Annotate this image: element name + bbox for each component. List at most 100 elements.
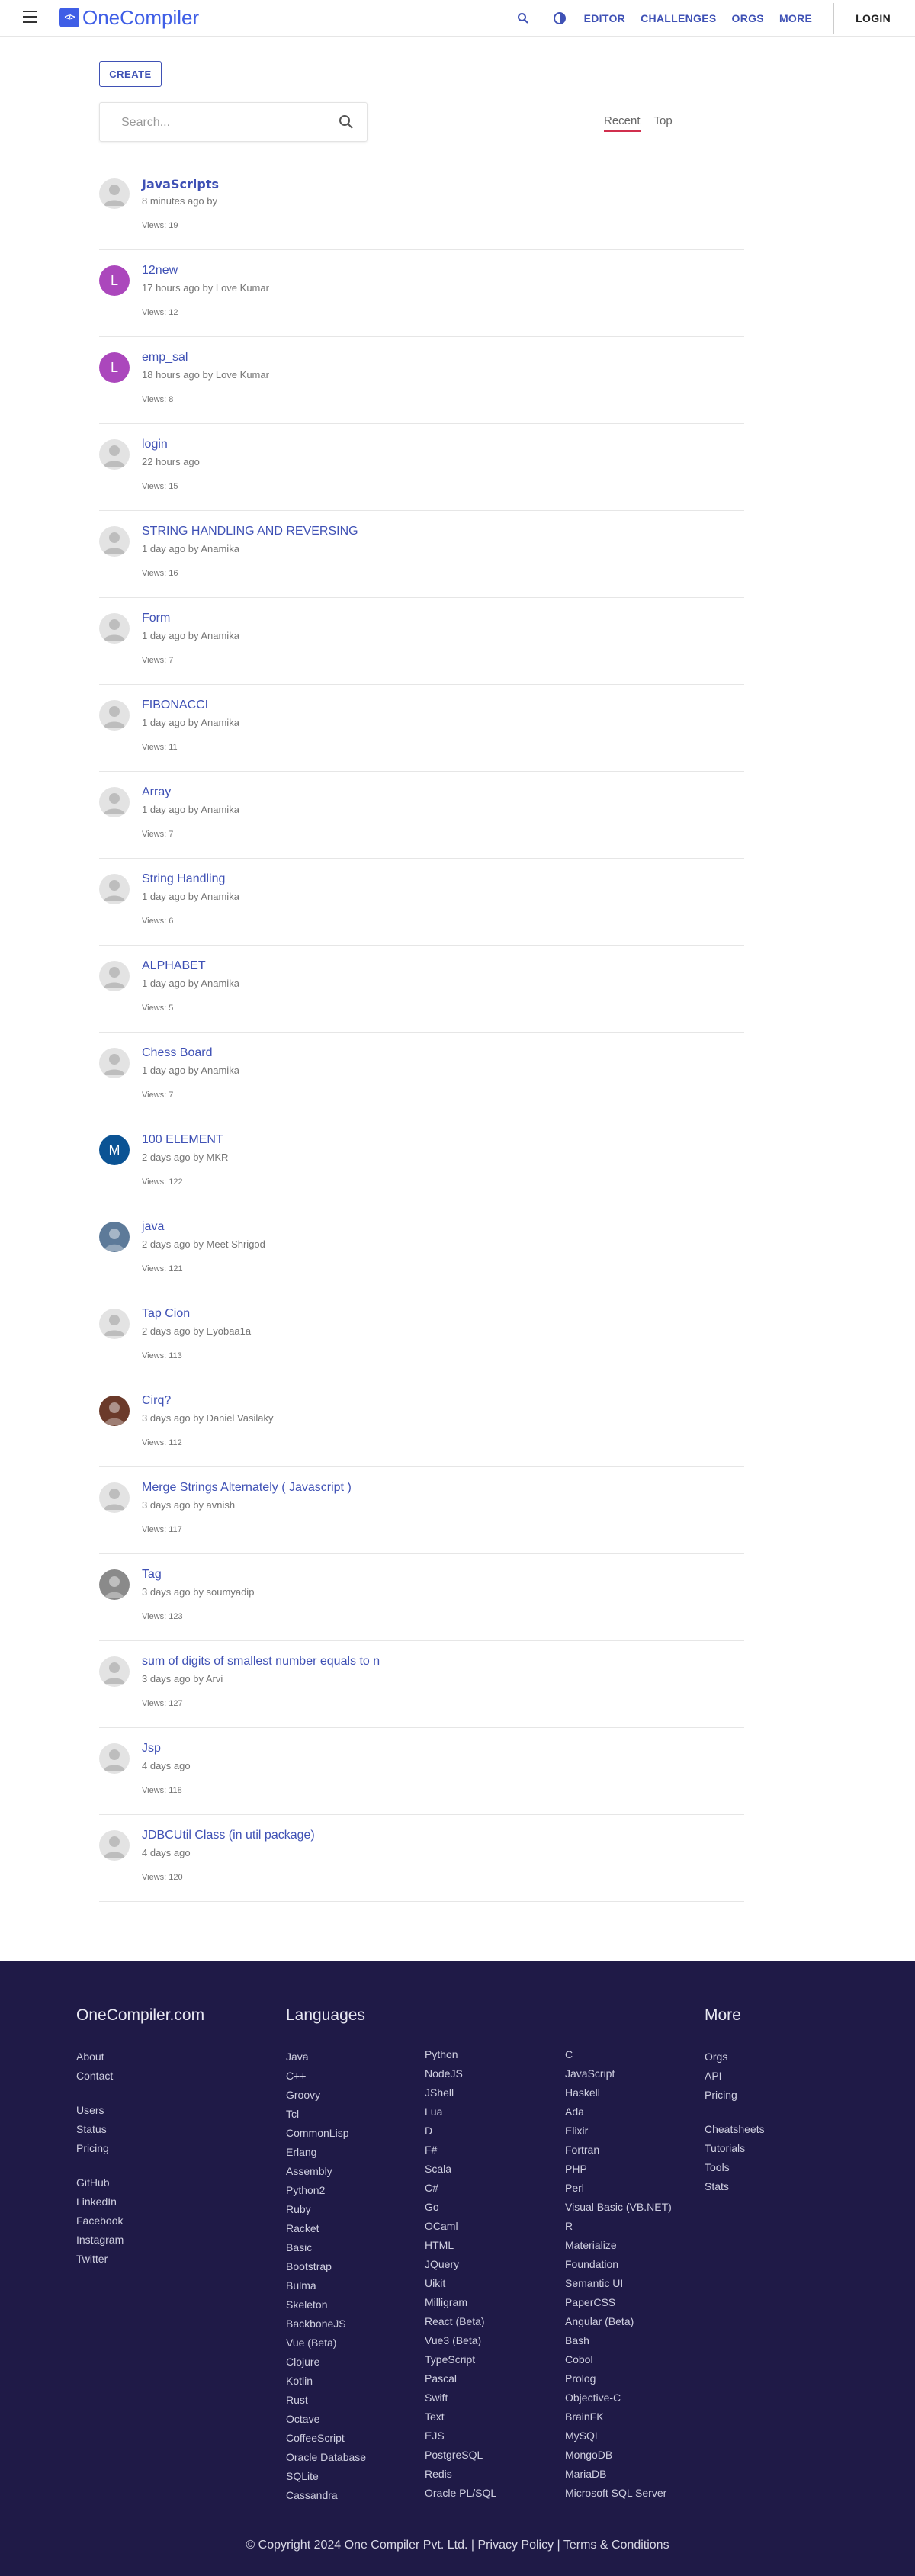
item-title[interactable]: ALPHABET [142, 959, 206, 973]
avatar[interactable] [99, 439, 130, 470]
avatar[interactable] [99, 178, 130, 209]
avatar[interactable] [99, 787, 130, 817]
theme-toggle-icon[interactable] [551, 9, 569, 27]
footer-link[interactable]: F# [425, 2141, 496, 2160]
item-title[interactable]: FIBONACCI [142, 699, 208, 712]
footer-link[interactable]: LinkedIn [76, 2192, 204, 2211]
footer-link[interactable]: Assembly [286, 2162, 366, 2181]
create-button[interactable]: CREATE [99, 61, 162, 87]
avatar[interactable] [99, 961, 130, 991]
tab-recent[interactable]: Recent [604, 114, 640, 132]
footer-link[interactable]: Pricing [705, 2086, 765, 2105]
item-title[interactable]: 𝗝𝗮𝘃𝗮𝗦𝗰𝗿𝗶𝗽𝘁𝘀 [142, 177, 219, 192]
footer-link[interactable]: Cobol [565, 2350, 672, 2369]
footer-link[interactable]: Rust [286, 2391, 366, 2410]
footer-link[interactable]: MySQL [565, 2427, 672, 2446]
footer-link[interactable]: Prolog [565, 2369, 672, 2388]
footer-link[interactable]: Materialize [565, 2236, 672, 2255]
footer-link[interactable]: BackboneJS [286, 2314, 366, 2333]
footer-link[interactable]: Oracle PL/SQL [425, 2484, 496, 2503]
footer-link[interactable]: Bulma [286, 2276, 366, 2295]
footer-link[interactable]: MongoDB [565, 2446, 672, 2465]
item-title[interactable]: JDBCUtil Class (in util package) [142, 1829, 315, 1842]
avatar[interactable] [99, 1222, 130, 1252]
footer-link[interactable]: Go [425, 2198, 496, 2217]
footer-link[interactable]: Skeleton [286, 2295, 366, 2314]
item-title[interactable]: Chess Board [142, 1046, 213, 1060]
avatar[interactable] [99, 526, 130, 557]
tab-top[interactable]: Top [654, 114, 673, 132]
item-title[interactable]: java [142, 1220, 164, 1234]
avatar[interactable] [99, 1656, 130, 1687]
footer-link[interactable]: JQuery [425, 2255, 496, 2274]
footer-link[interactable]: Perl [565, 2179, 672, 2198]
footer-link[interactable]: Fortran [565, 2141, 672, 2160]
footer-link[interactable]: Uikit [425, 2274, 496, 2293]
footer-link[interactable]: Milligram [425, 2293, 496, 2312]
footer-link[interactable]: Elixir [565, 2122, 672, 2141]
logo[interactable]: </> OneCompiler [59, 6, 199, 29]
item-title[interactable]: Tap Cion [142, 1307, 190, 1321]
footer-link[interactable]: Kotlin [286, 2372, 366, 2391]
footer-link[interactable]: Redis [425, 2465, 496, 2484]
footer-link[interactable]: Cassandra [286, 2486, 366, 2505]
footer-link[interactable]: Angular (Beta) [565, 2312, 672, 2331]
footer-link[interactable]: Oracle Database [286, 2448, 366, 2467]
avatar[interactable] [99, 700, 130, 731]
item-title[interactable]: Cirq? [142, 1394, 171, 1408]
footer-link[interactable]: Pascal [425, 2369, 496, 2388]
footer-link[interactable]: Text [425, 2407, 496, 2427]
footer-link[interactable]: C [565, 2045, 672, 2064]
footer-link[interactable]: Lua [425, 2102, 496, 2122]
footer-link[interactable]: Pricing [76, 2139, 204, 2158]
footer-link[interactable]: PaperCSS [565, 2293, 672, 2312]
footer-link[interactable]: Stats [705, 2177, 765, 2196]
footer-link[interactable]: Status [76, 2120, 204, 2139]
footer-link[interactable]: API [705, 2067, 765, 2086]
footer-link[interactable]: Haskell [565, 2083, 672, 2102]
login-button[interactable]: LOGIN [856, 12, 891, 24]
footer-link[interactable]: Microsoft SQL Server [565, 2484, 672, 2503]
footer-link[interactable]: Contact [76, 2067, 204, 2086]
footer-link[interactable]: GitHub [76, 2173, 204, 2192]
item-title[interactable]: login [142, 438, 168, 451]
avatar[interactable] [99, 1830, 130, 1861]
avatar[interactable] [99, 1048, 130, 1078]
footer-link[interactable]: Scala [425, 2160, 496, 2179]
footer-link[interactable]: PHP [565, 2160, 672, 2179]
footer-link[interactable]: Basic [286, 2238, 366, 2257]
footer-link[interactable]: C# [425, 2179, 496, 2198]
footer-link[interactable]: Objective-C [565, 2388, 672, 2407]
footer-link[interactable]: Java [286, 2048, 366, 2067]
avatar[interactable] [99, 613, 130, 644]
search-icon[interactable] [338, 114, 355, 134]
nav-challenges[interactable]: CHALLENGES [640, 12, 716, 24]
item-title[interactable]: Jsp [142, 1742, 161, 1755]
search-input[interactable] [121, 114, 319, 132]
item-title[interactable]: Form [142, 612, 170, 625]
avatar[interactable] [99, 1482, 130, 1513]
avatar[interactable] [99, 1309, 130, 1339]
search-icon[interactable] [514, 9, 532, 27]
avatar[interactable]: L [99, 265, 130, 296]
footer-link[interactable]: D [425, 2122, 496, 2141]
footer-link[interactable]: React (Beta) [425, 2312, 496, 2331]
footer-link[interactable]: NodeJS [425, 2064, 496, 2083]
menu-icon[interactable] [23, 11, 37, 23]
footer-link[interactable]: CommonLisp [286, 2124, 366, 2143]
footer-link[interactable]: Bash [565, 2331, 672, 2350]
footer-link[interactable]: BrainFK [565, 2407, 672, 2427]
nav-orgs[interactable]: ORGS [732, 12, 764, 24]
footer-link[interactable]: SQLite [286, 2467, 366, 2486]
item-title[interactable]: STRING HANDLING AND REVERSING [142, 525, 358, 538]
footer-link[interactable]: Swift [425, 2388, 496, 2407]
item-title[interactable]: sum of digits of smallest number equals … [142, 1655, 380, 1669]
nav-editor[interactable]: EDITOR [584, 12, 625, 24]
footer-link[interactable]: EJS [425, 2427, 496, 2446]
item-title[interactable]: 100 ELEMENT [142, 1133, 223, 1147]
footer-link[interactable]: Groovy [286, 2086, 366, 2105]
footer-link[interactable]: Vue3 (Beta) [425, 2331, 496, 2350]
footer-link[interactable]: Semantic UI [565, 2274, 672, 2293]
item-title[interactable]: emp_sal [142, 351, 188, 365]
footer-link[interactable]: Orgs [705, 2048, 765, 2067]
